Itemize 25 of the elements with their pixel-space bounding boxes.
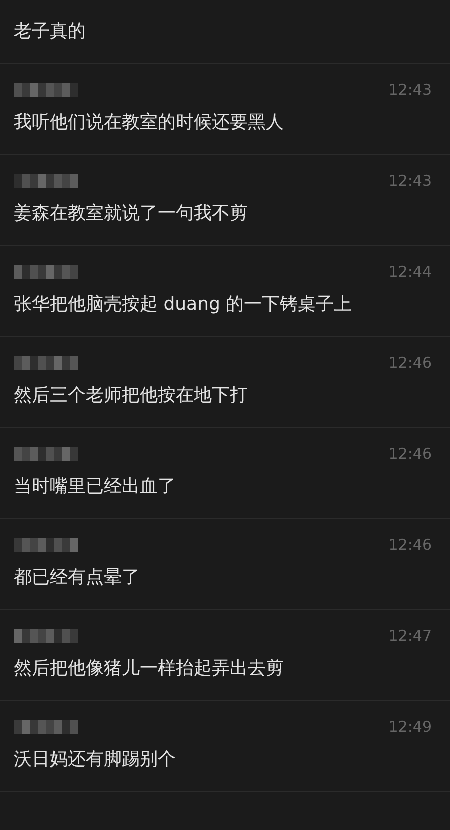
message-time: 12:43	[388, 172, 432, 190]
message-text: 我听他们说在教室的时候还要黑人	[14, 111, 285, 135]
message-text: 张华把他脑壳按起 duang 的一下铐桌子上	[14, 293, 354, 317]
pixelated-name	[14, 174, 78, 188]
message-time: 12:46	[388, 536, 432, 554]
message-text: 当时嘴里已经出血了	[14, 475, 177, 499]
pixelated-name	[14, 83, 78, 97]
message-text: 沃日妈还有脚踢别个	[14, 748, 177, 772]
message-time: 12:47	[388, 627, 432, 645]
message-text: 姜森在教室就说了一句我不剪	[14, 202, 249, 226]
pixelated-name	[14, 538, 78, 552]
pixelated-name	[14, 356, 78, 370]
message-time: 12:46	[388, 354, 432, 372]
pixelated-name	[14, 447, 78, 461]
pixelated-name	[14, 629, 78, 643]
message-text: 然后把他像猪儿一样抬起弄出去剪	[14, 657, 285, 681]
message-time: 12:49	[388, 718, 432, 736]
message-text: 都已经有点晕了	[14, 566, 141, 590]
message-time: 12:44	[388, 263, 432, 281]
pixelated-name	[14, 720, 78, 734]
message-text: 老子真的	[14, 20, 87, 44]
pixelated-name	[14, 265, 78, 279]
message-time: 12:43	[388, 81, 432, 99]
message-text: 然后三个老师把他按在地下打	[14, 384, 249, 408]
message-time: 12:46	[388, 445, 432, 463]
